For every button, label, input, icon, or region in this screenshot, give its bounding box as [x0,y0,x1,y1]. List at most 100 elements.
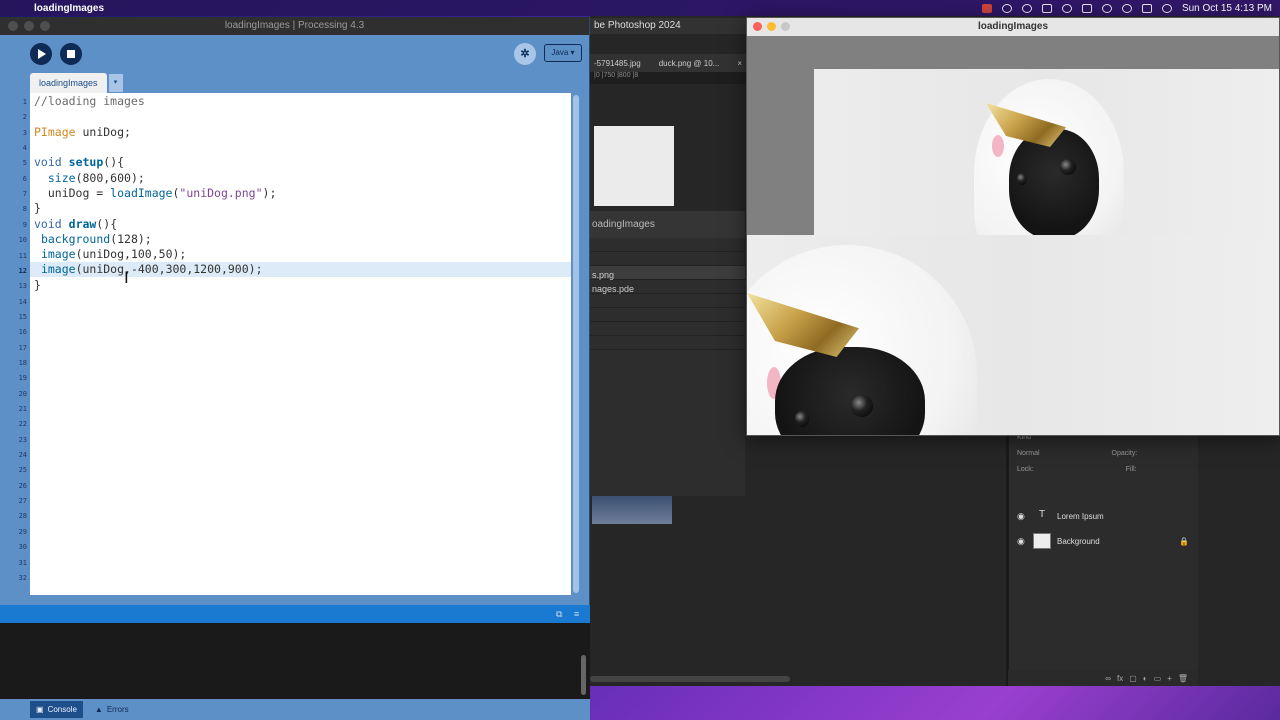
line-number: 21 [18,405,27,413]
user-icon[interactable] [1161,3,1172,13]
zoom-window-icon[interactable] [781,22,790,31]
code-token: (128); [110,232,152,246]
menubar-datetime[interactable]: Sun Oct 15 4:13 PM [1182,3,1272,14]
ide-window-title: loadingImages | Processing 4.3 [224,20,365,31]
doc-tab-close-icon[interactable]: × [737,59,742,68]
code-line-10: background(128); [34,232,152,247]
doc-tab-jpg[interactable]: -5791485.jpg [594,59,641,68]
code-line-8: } [34,201,41,216]
layer-row-text[interactable]: ◉ T Lorem Ipsum [1017,506,1189,526]
photoshop-doc-tabs: -5791485.jpg duck.png @ 10... × [590,54,746,72]
list-item[interactable]: s.png [590,266,745,280]
folder-icon[interactable]: ▭ [1154,674,1162,683]
mode-select[interactable]: Java ▾ [544,44,582,62]
doc-tab-duck[interactable]: duck.png @ 10... [659,59,720,68]
dog-eye-shape [795,411,809,427]
console-tabs: ▣ Console ▲ Errors [0,699,590,720]
run-button[interactable] [30,43,52,65]
close-window-icon[interactable] [753,22,762,31]
volume-icon[interactable] [1081,3,1092,13]
minimize-window-icon[interactable] [767,22,776,31]
keyword-token: void [34,217,62,231]
line-number: 29 [18,527,27,536]
code-token: (800,600); [75,171,145,185]
sketch-window-title: loadingImages [977,21,1048,32]
dog-eye-shape [1017,173,1027,185]
line-number: 27 [18,497,27,506]
console-header: ⧉ ≡ [0,605,590,623]
stop-button[interactable] [60,43,82,65]
lock-icon[interactable]: 🔒 [1179,537,1189,546]
text-layer-icon: T [1033,508,1051,524]
blend-mode-select[interactable]: Normal [1017,450,1040,457]
function-token: image [40,247,76,261]
list-item [590,294,745,308]
scrollbar-thumb[interactable] [573,95,579,593]
play-status-icon[interactable] [1101,3,1112,13]
function-token: image [40,262,76,276]
layer-name: Background [1057,536,1100,546]
visibility-eye-icon[interactable]: ◉ [1017,536,1027,547]
line-number: 31 [18,558,27,567]
code-line-3: PImage uniDog; [34,125,131,140]
trash-icon[interactable]: 🗑 [1178,674,1188,683]
minimize-window-icon[interactable] [24,21,34,31]
errors-tab-label: Errors [106,705,129,714]
code-editor[interactable]: 1 2 3 4 5 6 7 8 9 10 11 12 13 14 15 16 17 18 19 20 21 22 23 24 2… [0,93,580,595]
opacity-label: Opacity: [1111,450,1138,457]
line-number: 17 [18,343,27,352]
clear-console-icon[interactable]: ≡ [574,609,584,619]
zoom-window-icon[interactable] [40,21,50,31]
copy-console-icon[interactable]: ⧉ [556,609,566,619]
code-line-13: } [34,278,41,293]
horizontal-scrollbar[interactable] [590,676,790,682]
list-item[interactable]: nages.pde [590,280,745,294]
code-line-9: void draw(){ [34,217,117,232]
line-number: 28 [18,512,27,521]
tab-menu-button[interactable]: ▾ [108,74,123,92]
tab-errors[interactable]: ▲ Errors [89,701,135,718]
window-controls [753,22,790,31]
new-layer-icon[interactable]: + [1167,674,1172,683]
tab-loadingImages[interactable]: loadingImages [30,73,107,93]
control-center-icon[interactable] [1141,3,1152,13]
link-icon[interactable]: ∞ [1105,674,1111,683]
close-window-icon[interactable] [8,21,18,31]
menubar-app-name[interactable]: loadingImages [34,3,104,14]
layer-row-background[interactable]: ◉ Background 🔒 [1017,531,1189,551]
line-number: 24 [18,451,27,460]
recording-icon[interactable] [981,3,992,13]
tab-console[interactable]: ▣ Console [30,701,83,718]
wifi-status-icon[interactable] [1021,3,1032,13]
visibility-eye-icon[interactable]: ◉ [1017,511,1027,522]
console-output[interactable] [0,623,590,699]
console-scrollbar[interactable] [581,655,586,695]
wifi-icon[interactable] [1121,3,1132,13]
battery-icon[interactable] [1041,3,1052,13]
list-item [590,322,745,336]
list-item [590,238,745,252]
line-number: 15 [18,312,27,321]
line-number: 2 [22,113,27,122]
fx-icon[interactable]: fx [1117,674,1123,683]
console-tab-label: Console [47,705,77,714]
debug-button[interactable]: ✲ [514,43,536,65]
bluetooth-icon[interactable] [1061,3,1072,13]
line-number: 7 [22,190,27,199]
function-token: draw [68,217,97,231]
code-line-1: //loading images [34,94,145,109]
text-cursor-icon: I [124,268,129,287]
line-number: 3 [22,128,27,137]
editor-scrollbar[interactable] [572,93,580,595]
code-text-area[interactable]: //loading images PImage uniDog; void set… [30,93,571,595]
status-items: Sun Oct 15 4:13 PM [981,3,1272,14]
creative-cloud-icon[interactable] [1001,3,1012,13]
window-controls [8,21,50,31]
mask-icon[interactable]: ▢ [1129,674,1137,683]
finder-panel-title: oadingImages [590,211,745,238]
adjustment-icon[interactable]: ◐ [1143,674,1148,683]
